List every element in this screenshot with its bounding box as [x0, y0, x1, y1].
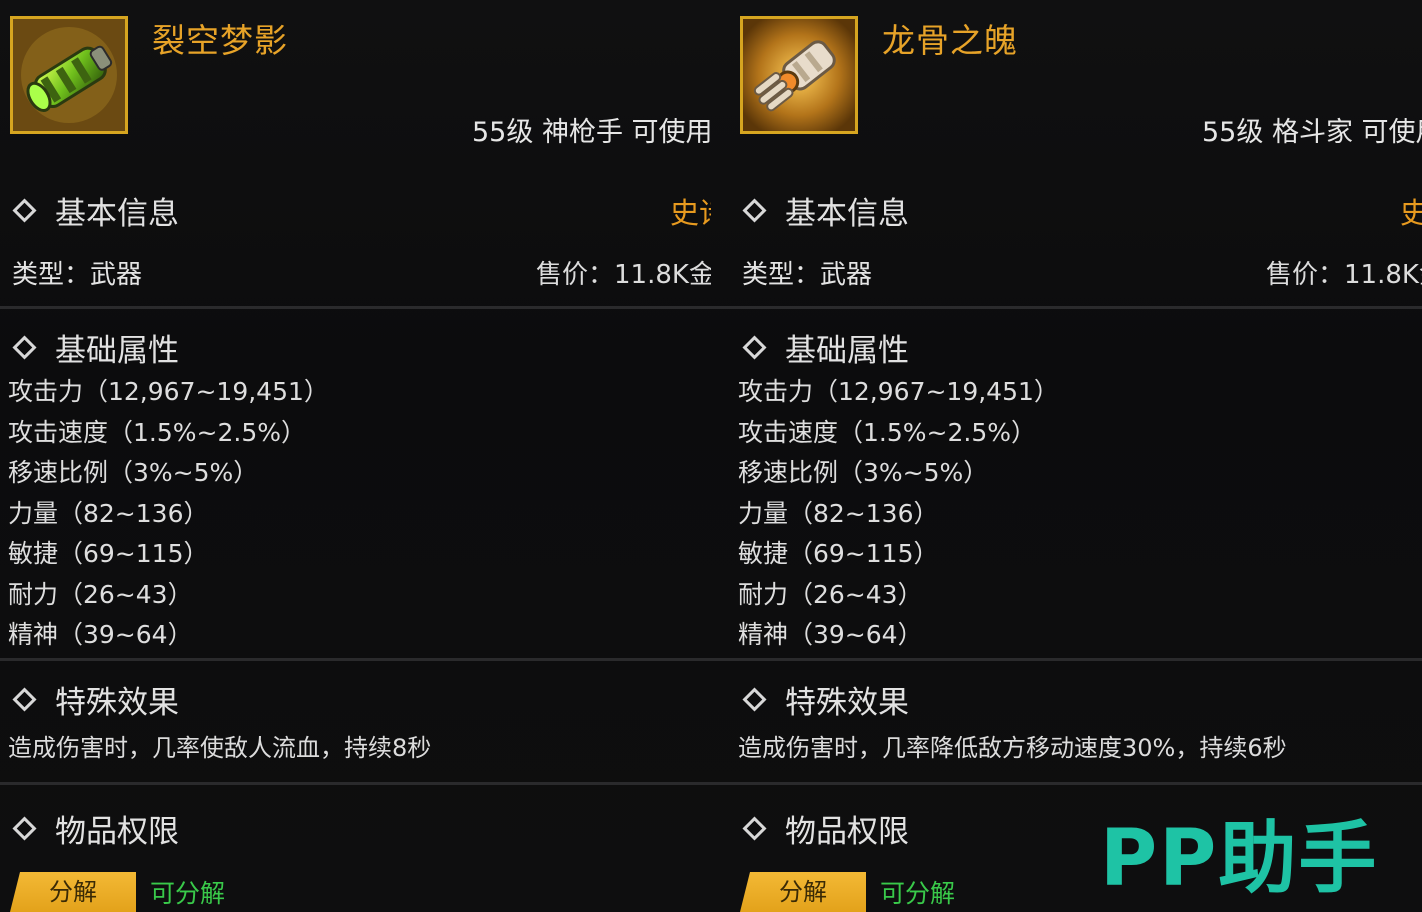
- watermark-logo: PP助手: [1100, 814, 1379, 904]
- stat-list: 攻击力（12,967~19,451） 攻击速度（1.5%~2.5%） 移速比例（…: [738, 372, 1059, 656]
- section-title: 特殊效果: [55, 685, 179, 721]
- section-title: 基本信息: [785, 196, 909, 232]
- divider: [0, 782, 711, 785]
- decompose-tag: 分解: [740, 872, 866, 912]
- item-requirement: 55级 神枪手 可使用: [472, 117, 711, 148]
- item-icon-frame[interactable]: [740, 16, 858, 134]
- stat-line: 精神（39~64）: [8, 620, 193, 649]
- green-gauntlet-icon: [13, 19, 125, 131]
- item-type: 类型：武器: [12, 260, 143, 290]
- section-base-attributes: 基础属性: [742, 325, 909, 370]
- diamond-icon: [742, 687, 767, 712]
- section-special-effect: 特殊效果: [12, 677, 179, 722]
- section-title: 基础属性: [55, 333, 179, 369]
- stat-line: 力量（82~136）: [738, 498, 939, 528]
- item-tooltip-right: 龙骨之魄 55级 格斗家 可使用 基本信息 史诗 类型：武器 售价：11.8K金…: [711, 0, 1422, 912]
- stat-line: 敏捷（69~115）: [8, 539, 209, 568]
- diamond-icon: [742, 198, 767, 223]
- diamond-icon: [12, 687, 37, 712]
- diamond-icon: [742, 816, 767, 841]
- diamond-icon: [12, 335, 37, 360]
- divider: [0, 306, 711, 309]
- special-effect-text: 造成伤害时，几率使敌人流血，持续8秒: [8, 734, 432, 762]
- section-title: 基础属性: [785, 333, 909, 369]
- stat-line: 移速比例（3%~5%）: [738, 458, 989, 487]
- special-effect-text: 造成伤害时，几率降低敌方移动速度30%，持续6秒: [738, 734, 1287, 762]
- divider: [0, 658, 711, 661]
- stat-list: 攻击力（12,967~19,451） 攻击速度（1.5%~2.5%） 移速比例（…: [8, 372, 329, 656]
- section-special-effect: 特殊效果: [742, 677, 909, 722]
- item-requirement: 55级 格斗家 可使用: [1202, 117, 1422, 148]
- decompose-status: 可分解: [150, 879, 226, 908]
- decompose-tag: 分解: [10, 872, 136, 912]
- section-item-permission: 物品权限: [12, 806, 179, 851]
- section-title: 物品权限: [55, 814, 179, 850]
- item-rarity: 史诗: [670, 196, 711, 230]
- bone-gauntlet-icon: [743, 19, 855, 131]
- stat-line: 敏捷（69~115）: [738, 539, 939, 568]
- stat-line: 精神（39~64）: [738, 620, 923, 649]
- decompose-status: 可分解: [880, 879, 956, 908]
- stat-line: 攻击力（12,967~19,451）: [738, 377, 1059, 406]
- diamond-icon: [12, 198, 37, 223]
- section-basic-info: 基本信息: [742, 188, 909, 233]
- divider: [711, 658, 1422, 661]
- divider: [711, 306, 1422, 309]
- item-name: 裂空梦影: [152, 21, 288, 60]
- item-tooltip-left: 裂空梦影 55级 神枪手 可使用 基本信息 史诗 类型：武器 售价：11.8K金…: [0, 0, 711, 912]
- item-rarity: 史诗: [1400, 196, 1422, 230]
- section-title: 物品权限: [785, 814, 909, 850]
- item-name: 龙骨之魄: [882, 21, 1018, 60]
- stat-line: 力量（82~136）: [8, 498, 209, 528]
- diamond-icon: [742, 335, 767, 360]
- stat-line: 攻击速度（1.5%~2.5%）: [8, 417, 306, 447]
- section-title: 特殊效果: [785, 685, 909, 721]
- stat-line: 耐力（26~43）: [8, 579, 193, 609]
- item-price: 售价：11.8K金币: [1266, 260, 1422, 290]
- item-type: 类型：武器: [742, 260, 873, 290]
- item-compare-screen: 裂空梦影 55级 神枪手 可使用 基本信息 史诗 类型：武器 售价：11.8K金…: [0, 0, 1422, 912]
- section-base-attributes: 基础属性: [12, 325, 179, 370]
- stat-line: 攻击力（12,967~19,451）: [8, 377, 329, 406]
- section-item-permission: 物品权限: [742, 806, 909, 851]
- stat-line: 移速比例（3%~5%）: [8, 458, 259, 487]
- item-price: 售价：11.8K金币: [536, 260, 711, 290]
- divider: [711, 782, 1422, 785]
- stat-line: 攻击速度（1.5%~2.5%）: [738, 417, 1036, 447]
- section-title: 基本信息: [55, 196, 179, 232]
- item-icon-frame[interactable]: [10, 16, 128, 134]
- diamond-icon: [12, 816, 37, 841]
- stat-line: 耐力（26~43）: [738, 579, 923, 609]
- section-basic-info: 基本信息: [12, 188, 179, 233]
